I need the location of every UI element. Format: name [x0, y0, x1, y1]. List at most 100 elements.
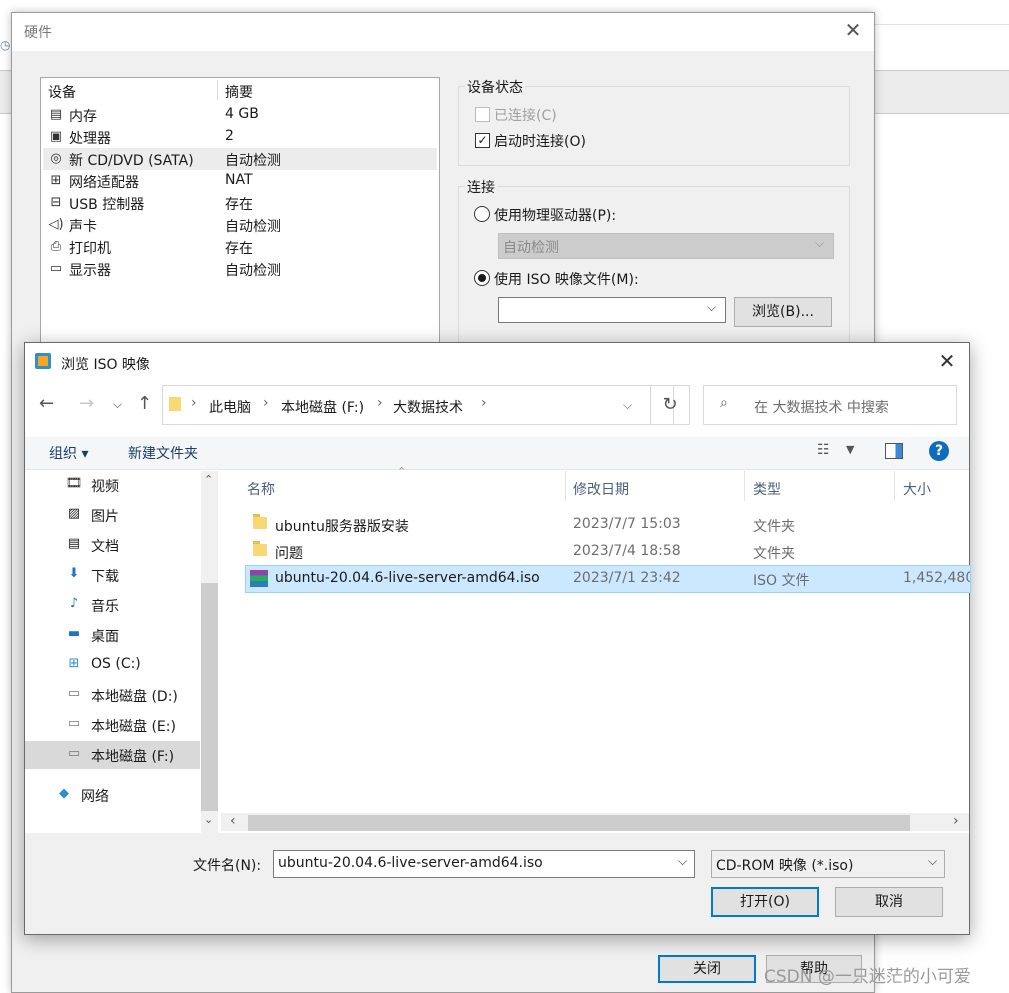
scroll-up-icon[interactable]: ⌃: [204, 473, 213, 486]
usb-icon: ⊟: [50, 195, 62, 210]
filetype-dropdown[interactable]: CD-ROM 映像 (*.iso) ⌵: [711, 850, 945, 878]
nav-item-label: 下载: [91, 569, 119, 585]
breadcrumb-folder[interactable]: 大数据技术: [393, 397, 463, 417]
nav-item-drive-d[interactable]: ▭ 本地磁盘 (D:): [65, 681, 215, 709]
iso-path-combobox[interactable]: ⌵: [498, 297, 726, 323]
background-app-divider: [874, 24, 1009, 25]
nav-scrollbar-thumb[interactable]: [201, 583, 218, 811]
breadcrumb-drive-f[interactable]: 本地磁盘 (F:): [281, 397, 364, 417]
processor-icon: ▣: [49, 129, 63, 144]
device-row-memory[interactable]: ▤ 内存 4 GB: [43, 104, 437, 126]
device-summary: 存在: [225, 197, 253, 213]
file-dialog-footer: 文件名(N): ubuntu-20.04.6-live-server-amd64…: [25, 833, 969, 934]
cancel-button[interactable]: 取消: [835, 887, 943, 917]
size-column-header[interactable]: 大小: [903, 479, 931, 499]
nav-item-label: 视频: [91, 479, 119, 495]
chevron-down-icon[interactable]: ⌵: [623, 398, 632, 413]
physical-drive-radio[interactable]: [474, 206, 490, 222]
file-row[interactable]: ubuntu服务器版安装 2023/7/7 15:03 文件夹: [245, 511, 969, 537]
help-icon[interactable]: ?: [929, 441, 949, 461]
iso-image-label: 使用 ISO 映像文件(M):: [494, 272, 639, 288]
nav-item-downloads[interactable]: ⬇ 下载: [65, 561, 215, 589]
drive-icon: ▭: [67, 746, 81, 761]
browse-iso-dialog: 浏览 ISO 映像 ✕ ← → ⌵ ↑ › 此电脑 › 本地磁盘 (F:) › …: [24, 342, 971, 935]
search-box[interactable]: ⌕ 在 大数据技术 中搜索: [703, 385, 957, 425]
nav-item-label: 音乐: [91, 599, 119, 615]
documents-icon: ▤: [67, 536, 81, 551]
drive-icon: ▭: [67, 716, 81, 731]
sort-indicator-icon: ⌃: [397, 465, 407, 478]
file-list-hscrollbar-thumb[interactable]: [248, 815, 910, 831]
recent-locations-chevron-icon[interactable]: ⌵: [113, 397, 122, 412]
device-row-usb[interactable]: ⊟ USB 控制器 存在: [43, 192, 437, 214]
nav-item-drive-e[interactable]: ▭ 本地磁盘 (E:): [65, 711, 215, 739]
browse-button[interactable]: 浏览(B)...: [734, 297, 832, 327]
type-column-header[interactable]: 类型: [753, 479, 781, 499]
refresh-button[interactable]: ↻: [650, 385, 690, 425]
file-type: 文件夹: [753, 519, 795, 535]
scroll-left-icon[interactable]: ‹: [230, 813, 236, 829]
device-row-display[interactable]: ▭ 显示器 自动检测: [43, 258, 437, 280]
back-arrow-icon[interactable]: ←: [39, 393, 54, 414]
close-icon[interactable]: ✕: [935, 349, 959, 373]
preview-pane-icon[interactable]: [885, 443, 903, 459]
iso-image-radio[interactable]: [474, 270, 490, 286]
filename-label: 文件名(N):: [193, 858, 262, 874]
device-row-processor[interactable]: ▣ 处理器 2: [43, 126, 437, 148]
nav-item-network[interactable]: ◆ 网络: [55, 781, 205, 809]
nav-item-music[interactable]: ♪ 音乐: [65, 591, 215, 619]
search-placeholder: 在 大数据技术 中搜索: [754, 400, 889, 416]
new-folder-button[interactable]: 新建文件夹: [128, 443, 198, 463]
hardware-titlebar: 硬件 ✕: [12, 13, 874, 51]
summary-column-header[interactable]: 摘要: [225, 82, 253, 102]
name-column-header[interactable]: 名称: [247, 479, 275, 499]
scroll-down-icon[interactable]: ⌄: [204, 813, 213, 826]
up-arrow-icon[interactable]: ↑: [137, 393, 152, 414]
modified-column-header[interactable]: 修改日期: [573, 479, 629, 499]
device-summary: 自动检测: [225, 219, 281, 235]
nav-item-pictures[interactable]: ▨ 图片: [65, 501, 215, 529]
device-row-cd-dvd[interactable]: ◎ 新 CD/DVD (SATA) 自动检测: [43, 148, 437, 170]
scroll-right-icon[interactable]: ›: [953, 813, 959, 829]
nav-item-label: OS (C:): [91, 656, 141, 672]
nav-item-label: 网络: [81, 789, 109, 805]
connect-at-power-on-checkbox[interactable]: ✓: [475, 133, 490, 148]
device-row-sound-card[interactable]: ◁) 声卡 自动检测: [43, 214, 437, 236]
chevron-right-icon: ›: [263, 395, 269, 411]
network-adapter-icon: ⊞: [50, 173, 62, 188]
device-name: 内存: [69, 109, 97, 125]
address-bar[interactable]: › 此电脑 › 本地磁盘 (F:) › 大数据技术 › ⌵: [162, 385, 674, 425]
connected-checkbox[interactable]: [475, 107, 490, 122]
file-row[interactable]: 问题 2023/7/4 18:58 文件夹: [245, 538, 969, 564]
chevron-down-icon[interactable]: ▼: [846, 443, 854, 456]
filename-input[interactable]: ubuntu-20.04.6-live-server-amd64.iso ⌵: [273, 850, 695, 878]
close-icon[interactable]: ✕: [842, 19, 864, 41]
file-row-selected[interactable]: ubuntu-20.04.6-live-server-amd64.iso 202…: [245, 565, 971, 593]
device-column-header[interactable]: 设备: [48, 82, 76, 102]
view-options-icon[interactable]: ☷: [817, 442, 830, 458]
device-row-printer[interactable]: ⎙ 打印机 存在: [43, 236, 437, 258]
physical-drive-dropdown[interactable]: 自动检测 ⌵: [498, 233, 834, 259]
nav-item-desktop[interactable]: ▬ 桌面: [65, 621, 215, 649]
nav-item-label: 桌面: [91, 629, 119, 645]
chevron-down-icon[interactable]: ⌵: [678, 854, 687, 869]
nav-item-drive-f[interactable]: ▭ 本地磁盘 (F:): [25, 741, 200, 769]
file-type: ISO 文件: [753, 573, 810, 589]
chevron-down-icon: ⌵: [928, 854, 938, 868]
device-summary: 自动检测: [225, 263, 281, 279]
nav-item-videos[interactable]: 🎞 视频: [65, 471, 215, 499]
file-list: ⌃ 名称 修改日期 类型 大小 ubuntu服务器版安装 2023/7/7 15…: [221, 465, 971, 831]
network-icon: ◆: [59, 786, 69, 801]
nav-item-drive-c[interactable]: ⊞ OS (C:): [65, 651, 215, 679]
device-row-network-adapter[interactable]: ⊞ 网络适配器 NAT: [43, 170, 437, 192]
breadcrumb-this-pc[interactable]: 此电脑: [209, 397, 251, 417]
forward-arrow-icon[interactable]: →: [79, 393, 94, 414]
open-button[interactable]: 打开(O): [711, 887, 819, 917]
device-summary: NAT: [225, 172, 253, 188]
organize-menu[interactable]: 组织 ▾: [49, 443, 88, 463]
close-button[interactable]: 关闭: [658, 955, 756, 983]
nav-item-documents[interactable]: ▤ 文档: [65, 531, 215, 559]
file-size: 1,452,480: [903, 570, 971, 586]
file-name: 问题: [275, 546, 303, 562]
nav-item-label: 本地磁盘 (E:): [91, 719, 176, 735]
